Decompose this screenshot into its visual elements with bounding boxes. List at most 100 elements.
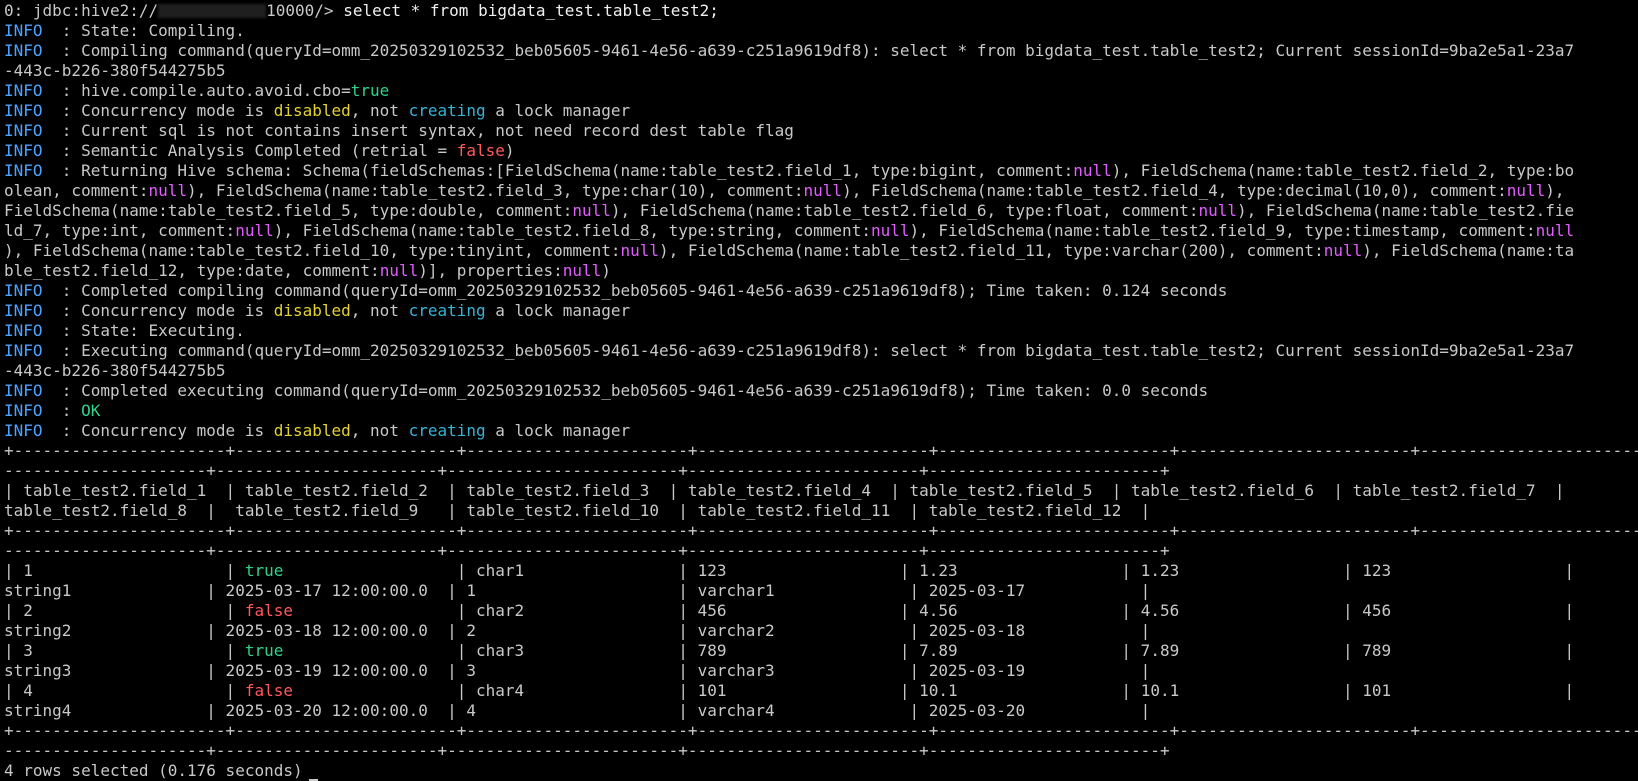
log-text: -443c-b226-380f544275b5 — [4, 361, 226, 380]
prompt-suffix: 10000/> — [266, 1, 334, 20]
log-text: : Concurrency mode is — [42, 421, 274, 440]
log-text: : Returning Hive schema: Schema(fieldSch… — [42, 161, 1074, 180]
log-line: olean, comment:null), FieldSchema(name:t… — [4, 181, 1638, 201]
table-cell-text: | 2 | — [4, 601, 245, 620]
log-text: ), FieldSchema(name:table_test2.field_2,… — [1111, 161, 1575, 180]
log-text: ) — [601, 261, 611, 280]
log-text: ), FieldSchema(name:table_test2.field_3,… — [187, 181, 804, 200]
table-row: | 3 | true | char3 | 789 | 7.89 | 7.89 |… — [4, 641, 1638, 661]
log-text: null — [1323, 241, 1363, 260]
table-cell-text: string4 | 2025-03-20 12:00:00.0 | 4 | va… — [4, 701, 1151, 720]
table-cell-text: | char3 | 789 | 7.89 | 7.89 | 789 | — [283, 641, 1575, 660]
log-text: ), FieldSchema(name:table_test2.field_4,… — [842, 181, 1507, 200]
log-text: null — [379, 261, 419, 280]
log-text: null — [1073, 161, 1112, 180]
table-row: string1 | 2025-03-17 12:00:00.0 | 1 | va… — [4, 581, 1638, 601]
log-line: INFO : State: Compiling. — [4, 21, 1638, 41]
info-label: INFO — [4, 41, 43, 60]
log-line: ble_test2.field_12, type:date, comment:n… — [4, 261, 1638, 281]
log-text: false — [456, 141, 505, 160]
info-label: INFO — [4, 141, 43, 160]
log-line: INFO : OK — [4, 401, 1638, 421]
table-cell-text: string2 | 2025-03-18 12:00:00.0 | 2 | va… — [4, 621, 1151, 640]
log-line: INFO : Completed executing command(query… — [4, 381, 1638, 401]
rows-selected-text: 4 rows selected (0.176 seconds) — [4, 761, 303, 780]
log-text: : Compiling command(queryId=omm_20250329… — [42, 41, 1575, 60]
table-border: ---------------------+------------------… — [4, 461, 1170, 480]
log-text: ), FieldSchema(name:table_test2.field_10… — [4, 241, 621, 260]
table-border: ---------------------+------------------… — [4, 541, 1170, 560]
result-table: +----------------------+----------------… — [4, 441, 1638, 761]
log-text: ) — [504, 141, 515, 160]
log-text: a lock manager — [485, 421, 631, 440]
table-cell-text: | char1 | 123 | 1.23 | 1.23 | 123 | — [283, 561, 1575, 580]
table-row: string2 | 2025-03-18 12:00:00.0 | 2 | va… — [4, 621, 1638, 641]
table-row: string3 | 2025-03-19 12:00:00.0 | 3 | va… — [4, 661, 1638, 681]
log-text: OK — [81, 401, 101, 420]
sql-command: select * from bigdata_test.table_test2; — [343, 1, 719, 20]
table-row: | 1 | true | char1 | 123 | 1.23 | 1.23 |… — [4, 561, 1638, 581]
table-cell-text: | char4 | 101 | 10.1 | 10.1 | 101 | — [293, 681, 1575, 700]
log-text: creating — [408, 301, 486, 320]
log-line: FieldSchema(name:table_test2.field_5, ty… — [4, 201, 1638, 221]
log-text: null — [870, 221, 910, 240]
log-text: null — [572, 201, 611, 220]
table-border: ---------------------+------------------… — [4, 741, 1170, 760]
log-text: disabled — [273, 421, 351, 440]
log-text: FieldSchema(name:table_test2.field_5, ty… — [4, 201, 573, 220]
log-line: -443c-b226-380f544275b5 — [4, 61, 1638, 81]
log-output: INFO : State: Compiling. INFO : Compiling… — [4, 21, 1638, 441]
terminal-window[interactable]: 0: jdbc:hive2:// 10000/> select * from bi… — [0, 0, 1638, 781]
log-line: INFO : Concurrency mode is disabled, not… — [4, 101, 1638, 121]
table-cell-text: | 1 | — [4, 561, 245, 580]
log-text: disabled — [273, 301, 351, 320]
log-text: creating — [408, 101, 486, 120]
log-text: null — [1535, 221, 1575, 240]
table-cell-text: true — [244, 641, 284, 660]
table-cell-text: | 4 | — [4, 681, 245, 700]
log-line: -443c-b226-380f544275b5 — [4, 361, 1638, 381]
table-cell-text: string3 | 2025-03-19 12:00:00.0 | 3 | va… — [4, 661, 1151, 680]
log-line: ld_7, type:int, comment:null), FieldSche… — [4, 221, 1638, 241]
log-text: disabled — [273, 101, 351, 120]
log-text: ld_7, type:int, comment: — [4, 221, 236, 240]
log-line: INFO : Completed compiling command(query… — [4, 281, 1638, 301]
log-text: ), FieldSchema(name:table_test2.field_8,… — [273, 221, 871, 240]
log-text: -443c-b226-380f544275b5 — [4, 61, 226, 80]
info-label: INFO — [4, 301, 43, 320]
table-header: | table_test2.field_1 | table_test2.fiel… — [4, 481, 1565, 500]
log-text: ble_test2.field_12, type:date, comment: — [4, 261, 380, 280]
log-text: true — [350, 81, 390, 100]
log-line: INFO : Semantic Analysis Completed (retr… — [4, 141, 1638, 161]
info-label: INFO — [4, 81, 43, 100]
info-label: INFO — [4, 401, 43, 420]
log-text: : Completed compiling command(queryId=om… — [42, 281, 1228, 300]
info-label: INFO — [4, 381, 43, 400]
log-text: : State: Executing. — [42, 321, 245, 340]
log-text: null — [803, 181, 843, 200]
result-summary: 4 rows selected (0.176 seconds) — [4, 761, 1638, 781]
log-text: creating — [408, 421, 486, 440]
redacted-host — [158, 4, 267, 18]
log-text: : Executing command(queryId=omm_20250329… — [42, 341, 1575, 360]
log-text: , not — [350, 301, 409, 320]
log-line: INFO : hive.compile.auto.avoid.cbo=true — [4, 81, 1638, 101]
log-text: : Completed executing command(queryId=om… — [42, 381, 1209, 400]
table-cell-text: string1 | 2025-03-17 12:00:00.0 | 1 | va… — [4, 581, 1151, 600]
log-line: INFO : Executing command(queryId=omm_202… — [4, 341, 1638, 361]
log-text: , not — [350, 101, 409, 120]
info-label: INFO — [4, 421, 43, 440]
info-label: INFO — [4, 281, 43, 300]
log-text: ), FieldSchema(name:table_test2.field_6,… — [610, 201, 1199, 220]
log-line: INFO : Current sql is not contains inser… — [4, 121, 1638, 141]
table-body: | 1 | true | char1 | 123 | 1.23 | 1.23 |… — [4, 561, 1638, 721]
log-text: null — [562, 261, 602, 280]
table-row: | 2 | false | char2 | 456 | 4.56 | 4.56 … — [4, 601, 1638, 621]
log-text: null — [235, 221, 274, 240]
table-border: +----------------------+----------------… — [4, 521, 1638, 540]
log-line: INFO : Compiling command(queryId=omm_202… — [4, 41, 1638, 61]
log-text: : Concurrency mode is — [42, 101, 274, 120]
log-text: : hive.compile.auto.avoid.cbo= — [42, 81, 351, 100]
log-line: ), FieldSchema(name:table_test2.field_10… — [4, 241, 1638, 261]
table-cell-text: false — [244, 601, 293, 620]
